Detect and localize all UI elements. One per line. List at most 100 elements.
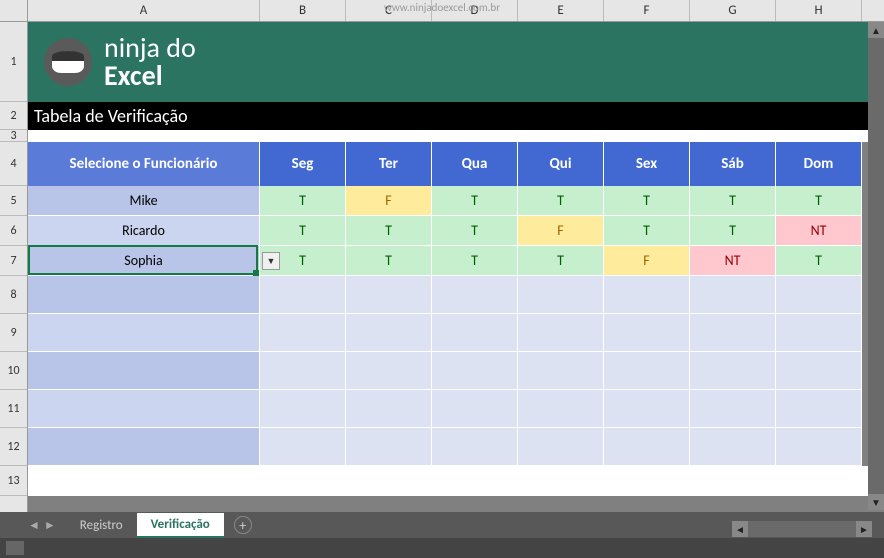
status-cell[interactable] xyxy=(604,276,690,314)
row-header-8[interactable]: 8 xyxy=(0,276,27,314)
status-cell[interactable]: NT xyxy=(690,246,776,276)
tab-next-icon[interactable]: ► xyxy=(44,518,56,533)
status-cell[interactable] xyxy=(346,352,432,390)
employee-name-cell[interactable] xyxy=(28,352,260,390)
status-cell[interactable] xyxy=(432,352,518,390)
status-cell[interactable] xyxy=(690,352,776,390)
status-cell[interactable]: T xyxy=(604,216,690,246)
row-header-5[interactable]: 5 xyxy=(0,186,27,216)
page-title: Tabela de Verificação xyxy=(28,102,884,130)
status-cell[interactable]: T xyxy=(690,216,776,246)
employee-name-cell[interactable]: Sophia xyxy=(28,246,260,276)
tab-prev-icon[interactable]: ◄ xyxy=(28,518,40,533)
scroll-up-icon[interactable]: ▲ xyxy=(868,22,884,38)
status-cell[interactable] xyxy=(518,314,604,352)
status-cell[interactable] xyxy=(690,314,776,352)
row-header-1[interactable]: 1 xyxy=(0,22,27,102)
row-header-6[interactable]: 6 xyxy=(0,216,27,246)
status-cell[interactable] xyxy=(690,390,776,428)
status-cell[interactable]: T xyxy=(346,246,432,276)
add-sheet-button[interactable]: + xyxy=(234,516,252,534)
status-cell[interactable] xyxy=(604,428,690,466)
status-cell[interactable] xyxy=(260,390,346,428)
status-cell[interactable] xyxy=(604,390,690,428)
status-cell[interactable]: T xyxy=(260,186,346,216)
status-cell[interactable] xyxy=(260,314,346,352)
employee-name-cell[interactable] xyxy=(28,428,260,466)
status-cell[interactable] xyxy=(690,276,776,314)
table-row xyxy=(28,314,884,352)
status-cell[interactable]: T xyxy=(346,216,432,246)
row-header-7[interactable]: 7 xyxy=(0,246,27,276)
status-cell[interactable] xyxy=(346,390,432,428)
status-cell[interactable] xyxy=(604,352,690,390)
status-cell[interactable] xyxy=(260,428,346,466)
status-cell[interactable]: F xyxy=(604,246,690,276)
scroll-right-icon[interactable]: ► xyxy=(856,521,872,537)
tab-nav-arrows[interactable]: ◄ ► xyxy=(28,518,56,533)
status-cell[interactable] xyxy=(346,276,432,314)
status-cell[interactable]: T xyxy=(518,186,604,216)
row-header-12[interactable]: 12 xyxy=(0,428,27,466)
status-cell[interactable] xyxy=(776,428,862,466)
status-cell[interactable]: T xyxy=(432,216,518,246)
spacer-row xyxy=(28,130,884,142)
scroll-h-track[interactable] xyxy=(748,521,856,537)
vertical-scrollbar[interactable]: ▲ ▼ xyxy=(868,22,884,510)
status-cell[interactable] xyxy=(518,276,604,314)
scroll-down-icon[interactable]: ▼ xyxy=(868,494,884,510)
employee-name-cell[interactable]: Mike xyxy=(28,186,260,216)
status-cell[interactable] xyxy=(776,352,862,390)
logo-banner: ninja doExcel xyxy=(28,22,884,102)
tab-registro[interactable]: Registro xyxy=(66,514,137,537)
employee-name-cell[interactable] xyxy=(28,314,260,352)
status-cell[interactable] xyxy=(518,352,604,390)
row-header-11[interactable]: 11 xyxy=(0,390,27,428)
status-cell[interactable] xyxy=(776,390,862,428)
status-cell[interactable]: T xyxy=(776,246,862,276)
status-cell[interactable] xyxy=(260,352,346,390)
row-header-10[interactable]: 10 xyxy=(0,352,27,390)
row-header-4[interactable]: 4 xyxy=(0,142,27,186)
status-cell[interactable]: T xyxy=(604,186,690,216)
status-cell[interactable] xyxy=(260,276,346,314)
status-cell[interactable] xyxy=(432,428,518,466)
status-cell[interactable] xyxy=(432,314,518,352)
dropdown-button[interactable]: ▼ xyxy=(262,252,280,270)
row-header-13[interactable]: 13 xyxy=(0,466,27,496)
status-cell[interactable] xyxy=(518,390,604,428)
header-dom: Dom xyxy=(776,142,862,186)
status-cell[interactable]: F xyxy=(518,216,604,246)
status-cell[interactable]: T xyxy=(690,186,776,216)
status-cell[interactable] xyxy=(690,428,776,466)
status-cell[interactable] xyxy=(432,276,518,314)
row-13-blank[interactable] xyxy=(28,466,884,496)
employee-name-cell[interactable] xyxy=(28,276,260,314)
tab-verificacao[interactable]: Verificação xyxy=(137,513,224,538)
scroll-left-icon[interactable]: ◄ xyxy=(732,521,748,537)
employee-name-cell[interactable]: Ricardo xyxy=(28,216,260,246)
row-header-9[interactable]: 9 xyxy=(0,314,27,352)
status-cell[interactable] xyxy=(346,314,432,352)
status-cell[interactable] xyxy=(518,428,604,466)
status-cell[interactable]: NT xyxy=(776,216,862,246)
status-cell[interactable]: T xyxy=(432,186,518,216)
status-cell[interactable]: T xyxy=(260,216,346,246)
scroll-v-track[interactable] xyxy=(868,38,884,494)
employee-name-cell[interactable] xyxy=(28,390,260,428)
status-cell[interactable] xyxy=(604,314,690,352)
status-cell[interactable] xyxy=(432,390,518,428)
status-cell[interactable]: T xyxy=(432,246,518,276)
horizontal-scrollbar[interactable]: ◄ ► xyxy=(732,520,872,538)
header-funcionario: Selecione o Funcionário xyxy=(28,142,260,186)
status-cell[interactable] xyxy=(776,314,862,352)
row-header-3[interactable]: 3 xyxy=(0,130,27,142)
status-cell[interactable] xyxy=(346,428,432,466)
record-macro-button[interactable] xyxy=(6,541,24,555)
status-cell[interactable]: T xyxy=(518,246,604,276)
status-cell[interactable] xyxy=(776,276,862,314)
status-cell[interactable]: F xyxy=(346,186,432,216)
table-row xyxy=(28,276,884,314)
status-cell[interactable]: T xyxy=(776,186,862,216)
row-header-2[interactable]: 2 xyxy=(0,102,27,130)
